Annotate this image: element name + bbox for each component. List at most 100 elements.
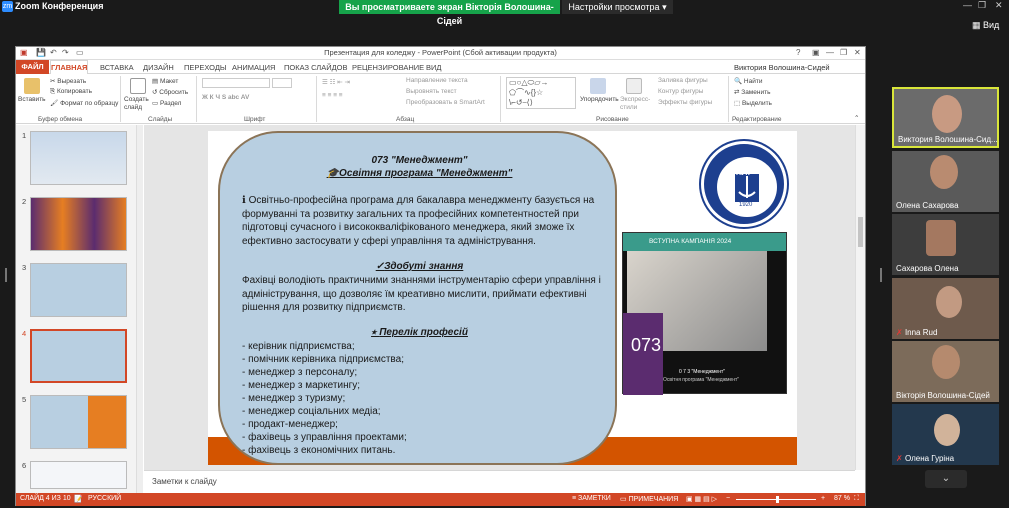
- ppt-app-icon: ▣: [20, 48, 28, 57]
- tab-animation[interactable]: АНИМАЦИЯ: [232, 63, 275, 72]
- shapes-gallery[interactable]: ▭○△⬭▱→ ⬠⌒∿{}☆ \⌐↺⎯⟨⟩: [506, 77, 576, 109]
- status-bar: СЛАЙД 4 ИЗ 10 📝 РУССКИЙ ≡ ЗАМЕТКИ ▭ ПРИМ…: [16, 493, 865, 506]
- tab-view[interactable]: ВИД: [426, 63, 441, 72]
- font-name-combo[interactable]: [202, 78, 270, 88]
- thumbnails-scrollbar[interactable]: [136, 125, 143, 493]
- align-buttons[interactable]: ≡ ≡ ≡ ≡: [322, 92, 343, 99]
- right-panel-handle[interactable]: [880, 268, 882, 282]
- arrange-icon[interactable]: [590, 78, 606, 94]
- tab-review[interactable]: РЕЦЕНЗИРОВАНИЕ: [352, 63, 424, 72]
- shape-outline-button[interactable]: Контур фигуры: [658, 88, 703, 95]
- notes-toggle[interactable]: ≡ ЗАМЕТКИ: [572, 495, 611, 502]
- replace-button[interactable]: ⇄ Заменить: [734, 88, 770, 96]
- shape-effects-button[interactable]: Эффекты фигуры: [658, 99, 712, 106]
- participant-tile[interactable]: ✗ Inna Rud: [892, 278, 999, 339]
- participant-tile[interactable]: Олена Сахарова: [892, 151, 999, 212]
- ppt-restore-icon[interactable]: ❐: [840, 48, 847, 57]
- intro-text: Освітньо-професійна програма для бакалав…: [242, 195, 595, 247]
- campaign-poster[interactable]: ВСТУПНА КАМПАНІЯ 2024 073 0 7 3 "Менеджм…: [622, 232, 787, 395]
- thumb-number: 5: [22, 395, 27, 404]
- tab-slideshow[interactable]: ПОКАЗ СЛАЙДОВ: [284, 63, 348, 72]
- align-text-button[interactable]: Выровнять текст: [406, 88, 457, 95]
- view-options-button[interactable]: Настройки просмотра ▾: [562, 0, 673, 14]
- smartart-button[interactable]: Преобразовать в SmartArt: [406, 99, 485, 106]
- view-mode-buttons[interactable]: ▣ ▦ ▤ ▷: [686, 495, 717, 503]
- select-button[interactable]: ⬚ Выделить: [734, 99, 772, 107]
- paste-button[interactable]: Вставить: [18, 96, 46, 103]
- text-direction-button[interactable]: Направление текста: [406, 77, 468, 84]
- tab-transitions[interactable]: ПЕРЕХОДЫ: [184, 63, 227, 72]
- slide-thumbnails-pane: 1 2 3 4 5 6: [16, 125, 143, 493]
- slide-scrollbar[interactable]: [855, 125, 865, 470]
- participant-name: Олена Гуріна: [904, 454, 955, 463]
- scroll-down-button[interactable]: ⌄: [925, 470, 967, 488]
- reset-button[interactable]: ↺ Сбросить: [152, 88, 188, 96]
- left-panel-handle[interactable]: [5, 268, 7, 282]
- find-button[interactable]: 🔍 Найти: [734, 77, 762, 85]
- arrange-button[interactable]: Упорядочить: [580, 96, 619, 103]
- comments-toggle[interactable]: ▭ ПРИМЕЧАНИЯ: [620, 495, 678, 503]
- zoom-out-icon[interactable]: −: [726, 495, 730, 502]
- thumb-number: 6: [22, 461, 27, 470]
- participant-video: [934, 414, 960, 446]
- slide-thumbnail[interactable]: [30, 461, 127, 489]
- undo-icon[interactable]: ↶: [50, 48, 57, 57]
- zoom-level[interactable]: 87 %: [834, 495, 850, 502]
- zoom-slider-thumb[interactable]: [776, 496, 779, 503]
- tab-home[interactable]: ГЛАВНАЯ: [50, 60, 88, 74]
- ppt-close-icon[interactable]: ✕: [854, 48, 861, 57]
- cut-button[interactable]: ✂ Вырезать: [50, 77, 86, 85]
- new-slide-icon[interactable]: [130, 78, 146, 94]
- scrollbar-thumb[interactable]: [858, 217, 863, 247]
- start-slideshow-icon[interactable]: ▭: [76, 48, 84, 57]
- tab-file[interactable]: ФАЙЛ: [16, 60, 49, 74]
- zoom-in-icon[interactable]: +: [821, 495, 825, 502]
- skills-heading: ✓Здобуті знання: [220, 261, 619, 272]
- list-buttons[interactable]: ☰ ☷ ⇤ ⇥: [322, 78, 350, 86]
- participant-tile-active[interactable]: Виктория Волошина-Сид...: [892, 87, 999, 148]
- restore-icon[interactable]: ❐: [978, 0, 986, 11]
- language-indicator[interactable]: РУССКИЙ: [88, 495, 121, 502]
- participant-tile[interactable]: Сахарова Олена: [892, 214, 999, 275]
- notes-pane[interactable]: Заметки к слайду: [144, 470, 855, 493]
- tab-design[interactable]: ДИЗАЙН: [143, 63, 174, 72]
- slide-thumbnail[interactable]: [30, 263, 127, 317]
- ppt-minimize-icon[interactable]: —: [826, 48, 834, 57]
- close-icon[interactable]: ✕: [995, 0, 1003, 11]
- help-icon[interactable]: ?: [796, 48, 800, 57]
- participant-tile[interactable]: ✗ Олена Гуріна: [892, 404, 999, 465]
- font-size-combo[interactable]: [272, 78, 292, 88]
- layout-button[interactable]: ▤ Макет: [152, 77, 178, 85]
- section-button[interactable]: ▭ Раздел: [152, 99, 181, 107]
- slide-canvas[interactable]: 073 "Менеджмент" 🎓Освітня програма "Мене…: [208, 131, 797, 465]
- signed-in-user[interactable]: Виктория Волошина-Сидей: [734, 63, 830, 72]
- slide-thumbnail-selected[interactable]: [30, 329, 127, 383]
- slide-title-line1: 073 "Менеджмент": [371, 155, 468, 166]
- profession-item: - менеджер з маркетингу;: [242, 380, 361, 391]
- graduation-cap-icon: 🎓: [326, 168, 340, 179]
- tab-insert[interactable]: ВСТАВКА: [100, 63, 134, 72]
- collapse-ribbon-icon[interactable]: ⌃: [854, 114, 859, 122]
- content-card[interactable]: 073 "Менеджмент" 🎓Освітня програма "Мене…: [218, 131, 617, 465]
- quick-styles-icon[interactable]: [626, 78, 642, 94]
- professions-heading-text: Перелік професій: [379, 327, 468, 338]
- quick-styles-button[interactable]: Экспресс-стили: [620, 96, 654, 112]
- shape-fill-button[interactable]: Заливка фигуры: [658, 77, 708, 84]
- comments-toggle-label: ПРИМЕЧАНИЯ: [628, 496, 679, 503]
- fit-slide-icon[interactable]: ⛶: [854, 495, 859, 503]
- font-format-buttons[interactable]: Ж К Ч S abc AV: [202, 94, 249, 101]
- redo-icon[interactable]: ↷: [62, 48, 69, 57]
- new-slide-button[interactable]: Создать слайд: [124, 96, 149, 112]
- paste-icon[interactable]: [24, 78, 40, 94]
- slide-thumbnail[interactable]: [30, 131, 127, 185]
- spellcheck-icon[interactable]: 📝: [74, 495, 83, 503]
- ribbon-options-icon[interactable]: ▣: [812, 48, 820, 57]
- slide-thumbnail[interactable]: [30, 395, 127, 449]
- copy-button[interactable]: ⎘ Копировать: [50, 88, 92, 96]
- view-button[interactable]: ▦ Вид: [972, 20, 999, 31]
- slide-thumbnail[interactable]: [30, 197, 127, 251]
- format-painter-button[interactable]: 🖌 Формат по образцу: [50, 99, 118, 107]
- minimize-icon[interactable]: —: [963, 0, 972, 10]
- save-icon[interactable]: 💾: [36, 48, 46, 57]
- participant-tile[interactable]: Вікторія Волошина-Сідей: [892, 341, 999, 402]
